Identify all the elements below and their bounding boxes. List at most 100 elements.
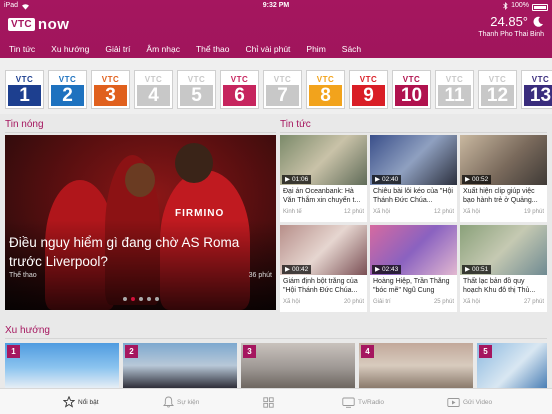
news-title: Đại án Oceanbank: Hà Văn Thắm xin chuyển…: [283, 188, 361, 204]
tab-noi-bat[interactable]: Nổi bật: [63, 389, 99, 414]
nav-item-the-thao[interactable]: Thể thao: [196, 44, 230, 54]
video-duration: ▶ 00:52: [462, 175, 492, 184]
channel-vtc3[interactable]: VTC 3: [92, 71, 129, 108]
battery-icon: [532, 3, 548, 11]
carousel-dots[interactable]: [5, 297, 276, 301]
hero-title: Điều nguy hiểm gì đang chờ AS Roma trước…: [9, 235, 240, 269]
hero-age: 36 phút: [248, 272, 272, 279]
channel-number: 7: [266, 85, 299, 106]
channel-vtc2[interactable]: VTC 2: [49, 71, 86, 108]
channel-vtc11[interactable]: VTC 11: [436, 71, 473, 108]
channel-vtc8[interactable]: VTC 8: [307, 71, 344, 108]
play-icon: ▶: [375, 266, 380, 273]
carousel-dot[interactable]: [130, 297, 135, 301]
news-card[interactable]: ▶ 02:40 Chiêu bài lôi kéo của "Hội Thánh …: [370, 135, 457, 222]
news-category: Kinh tế: [283, 209, 302, 215]
star-icon: [63, 396, 75, 408]
channel-number: 9: [352, 85, 385, 106]
channel-label: VTC: [58, 74, 77, 84]
news-card[interactable]: ▶ 00:51 Thất lạc bản đồ quy hoạch Khu đô …: [460, 225, 547, 312]
send-video-icon: [447, 397, 460, 407]
news-title: Giám định bột trắng của "Hội Thánh Đức C…: [283, 278, 358, 294]
video-duration: ▶ 02:43: [372, 265, 402, 274]
channel-vtc4[interactable]: VTC 4: [135, 71, 172, 108]
channel-number: 12: [481, 85, 514, 106]
hero-card[interactable]: FIRMINO Điều nguy hiểm gì đang chờ AS Ro…: [5, 135, 276, 310]
channel-vtc7[interactable]: VTC 7: [264, 71, 301, 108]
channel-vtc13[interactable]: VTC 13: [522, 71, 552, 108]
carousel-dot[interactable]: [138, 297, 143, 301]
tab-label: Tv/Radio: [358, 398, 385, 406]
channel-vtc5[interactable]: VTC 5: [178, 71, 215, 108]
duration-text: 00:51: [472, 266, 489, 273]
trending-card[interactable]: 5: [477, 343, 547, 388]
tab-menu[interactable]: [263, 389, 277, 414]
divider: [5, 338, 547, 339]
channel-number: 2: [51, 85, 84, 106]
nav-item-giai-tri[interactable]: Giải trí: [105, 44, 130, 54]
play-icon: ▶: [285, 266, 290, 273]
hero-category: Thể thao: [9, 272, 37, 279]
trending-card[interactable]: 1: [5, 343, 119, 388]
play-icon: ▶: [285, 176, 290, 183]
duration-text: 00:42: [292, 266, 309, 273]
category-nav: Tin tức Xu hướng Giải trí Âm nhạc Thể th…: [0, 40, 552, 58]
play-icon: ▶: [465, 266, 470, 273]
duration-text: 01:06: [292, 176, 309, 183]
section-title-trending: Xu hướng: [5, 325, 50, 336]
news-age: 12 phút: [343, 209, 364, 215]
news-card[interactable]: ▶ 02:43 Hoàng Hiệp, Trần Thắng "bóc mẽ" N…: [370, 225, 457, 312]
weather-widget[interactable]: 24.85° Thanh Pho Thai Binh: [478, 14, 544, 38]
news-title: Xuất hiện clip giúp việc bạo hành trẻ ở …: [463, 188, 538, 204]
jersey-lettering: FIRMINO: [175, 208, 225, 219]
nav-item-phim[interactable]: Phim: [306, 44, 325, 54]
channel-vtc9[interactable]: VTC 9: [350, 71, 387, 108]
nav-item-chi-vai-phut[interactable]: Chỉ vài phút: [246, 44, 291, 54]
nav-item-sach[interactable]: Sách: [342, 44, 361, 54]
tab-label: Sự kiện: [177, 398, 200, 406]
video-duration: ▶ 00:51: [462, 265, 492, 274]
channel-label: VTC: [230, 74, 249, 84]
video-duration: ▶ 00:42: [282, 265, 312, 274]
news-category: Xã hội: [463, 209, 481, 215]
tab-gui-video[interactable]: Gửi Video: [447, 389, 492, 414]
news-card[interactable]: ▶ 00:42 Giám định bột trắng của "Hội Thán…: [280, 225, 367, 312]
bell-icon: [163, 396, 174, 408]
video-duration: ▶ 01:06: [282, 175, 312, 184]
channel-vtc12[interactable]: VTC 12: [479, 71, 516, 108]
nav-item-xu-huong[interactable]: Xu hướng: [51, 44, 89, 54]
channel-label: VTC: [359, 74, 378, 84]
tab-tv-radio[interactable]: Tv/Radio: [342, 389, 384, 414]
channel-vtc10[interactable]: VTC 10: [393, 71, 430, 108]
channel-vtc6[interactable]: VTC 6: [221, 71, 258, 108]
carousel-dot[interactable]: [154, 297, 159, 301]
status-bar: iPad 9:32 PM 100%: [0, 0, 552, 12]
trending-card[interactable]: 3: [241, 343, 355, 388]
carousel-dot[interactable]: [146, 297, 151, 301]
play-icon: ▶: [375, 176, 380, 183]
tv-icon: [342, 397, 355, 408]
trending-card[interactable]: 4: [359, 343, 473, 388]
news-age: 12 phút: [433, 209, 454, 215]
channel-label: VTC: [402, 74, 421, 84]
duration-text: 02:40: [382, 176, 399, 183]
nav-item-tin-tuc[interactable]: Tin tức: [9, 44, 35, 54]
battery-percent: 100%: [511, 2, 529, 9]
logo-now: NOW: [37, 16, 70, 33]
channel-vtc1[interactable]: VTC 1: [6, 71, 43, 108]
news-title: Hoàng Hiệp, Trần Thắng "bóc mẽ" Ngũ Cung: [373, 278, 450, 294]
news-category: Xã hội: [463, 299, 481, 305]
channel-label: VTC: [316, 74, 335, 84]
tab-su-kien[interactable]: Sự kiện: [163, 389, 199, 414]
news-card[interactable]: ▶ 01:06 Đại án Oceanbank: Hà Văn Thắm xin…: [280, 135, 367, 222]
news-card[interactable]: ▶ 00:52 Xuất hiện clip giúp việc bạo hành…: [460, 135, 547, 222]
app-logo[interactable]: VTC NOW: [8, 16, 69, 33]
channel-number: 10: [395, 85, 428, 106]
nav-item-am-nhac[interactable]: Âm nhạc: [146, 44, 180, 54]
trending-card[interactable]: 2: [123, 343, 237, 388]
channel-label: VTC: [273, 74, 292, 84]
channel-label: VTC: [101, 74, 120, 84]
news-category: Giải trí: [373, 299, 391, 305]
news-title: Chiêu bài lôi kéo của "Hội Thánh Đức Chú…: [373, 188, 453, 204]
carousel-dot[interactable]: [122, 297, 127, 301]
